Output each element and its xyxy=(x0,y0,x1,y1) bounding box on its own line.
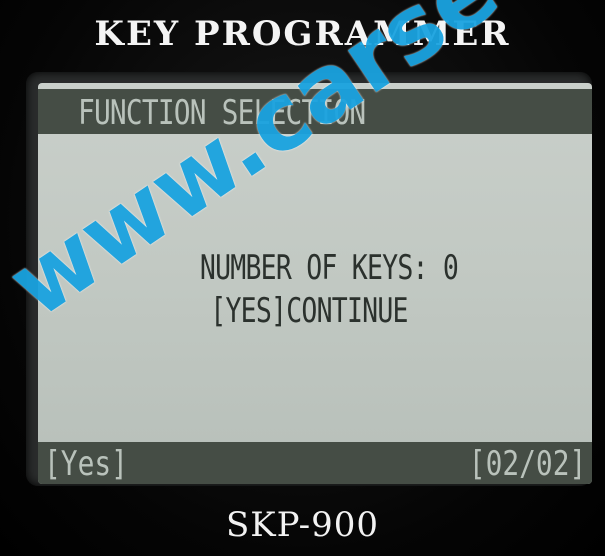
screen-header-bar: FUNCTION SELECTION xyxy=(38,89,592,134)
page-indicator: [02/02] xyxy=(468,444,586,484)
lcd-screen: FUNCTION SELECTION NUMBER OF KEYS: 0 [YE… xyxy=(38,83,592,484)
continue-prompt-text: [YES]CONTINUE xyxy=(210,291,408,331)
screen-title: FUNCTION SELECTION xyxy=(78,93,366,133)
screen-footer-bar: [Yes] [02/02] xyxy=(38,442,592,484)
number-of-keys-text: NUMBER OF KEYS: 0 xyxy=(199,248,459,288)
key-programmer-device: KEY PROGRAMMER FUNCTION SELECTION NUMBER… xyxy=(0,0,605,556)
yes-softkey-label[interactable]: [Yes] xyxy=(44,444,128,484)
device-model-label: SKP-900 xyxy=(225,505,380,545)
device-brand-title: KEY PROGRAMMER xyxy=(94,14,511,54)
